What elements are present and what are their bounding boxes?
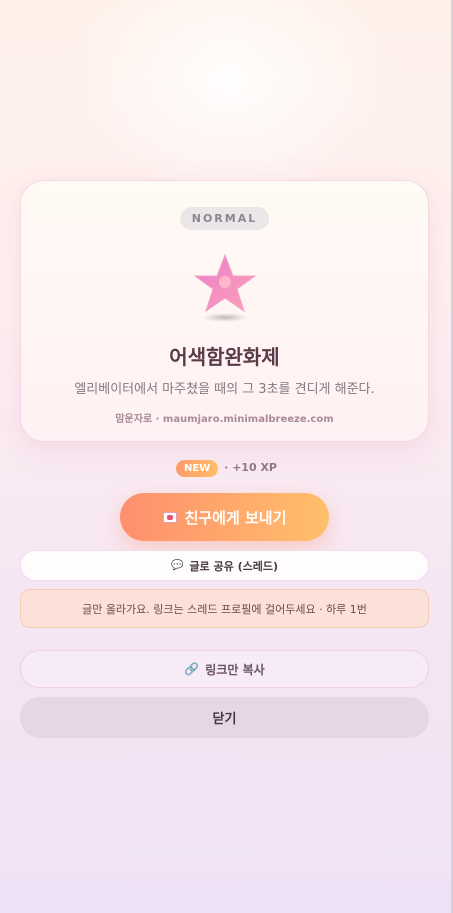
source-credit: 맘운자로 · maumjaro.minimalbreeze.com (115, 414, 334, 425)
share-notice: 글만 올라가요. 링크는 스레드 프로필에 걸어두세요 · 하루 1번 (20, 589, 429, 628)
envelope-heart-icon (162, 511, 177, 523)
share-button-label: 글로 공유 (스레드) (189, 559, 278, 573)
send-button-label: 친구에게 보내기 (184, 508, 287, 527)
new-badge: NEW (176, 460, 219, 477)
link-icon: 🔗 (184, 662, 200, 676)
background-glow (60, 0, 400, 200)
send-to-friend-button[interactable]: 친구에게 보내기 (120, 493, 329, 541)
speech-bubble-icon: 💬 (170, 560, 184, 571)
xp-reward: NEW · +10 XP (0, 460, 453, 477)
result-card: NORMAL 어색함완화제 엘리베이터에서 마주쳤을 때의 그 3초를 견디게 … (20, 180, 429, 442)
share-threads-button[interactable]: 💬 글로 공유 (스레드) (20, 550, 429, 581)
close-button[interactable]: 닫기 (20, 697, 429, 738)
star-shadow (201, 313, 248, 322)
copy-link-button[interactable]: 🔗 링크만 복사 (20, 650, 429, 688)
xp-text: · +10 XP (224, 461, 277, 474)
rarity-badge: NORMAL (179, 207, 270, 230)
item-illustration (192, 251, 258, 327)
item-description: 엘리베이터에서 마주쳤을 때의 그 3초를 견디게 해준다. (74, 382, 375, 397)
copy-button-label: 링크만 복사 (205, 662, 265, 677)
star-icon (192, 253, 257, 313)
item-title: 어색함완화제 (169, 345, 280, 369)
